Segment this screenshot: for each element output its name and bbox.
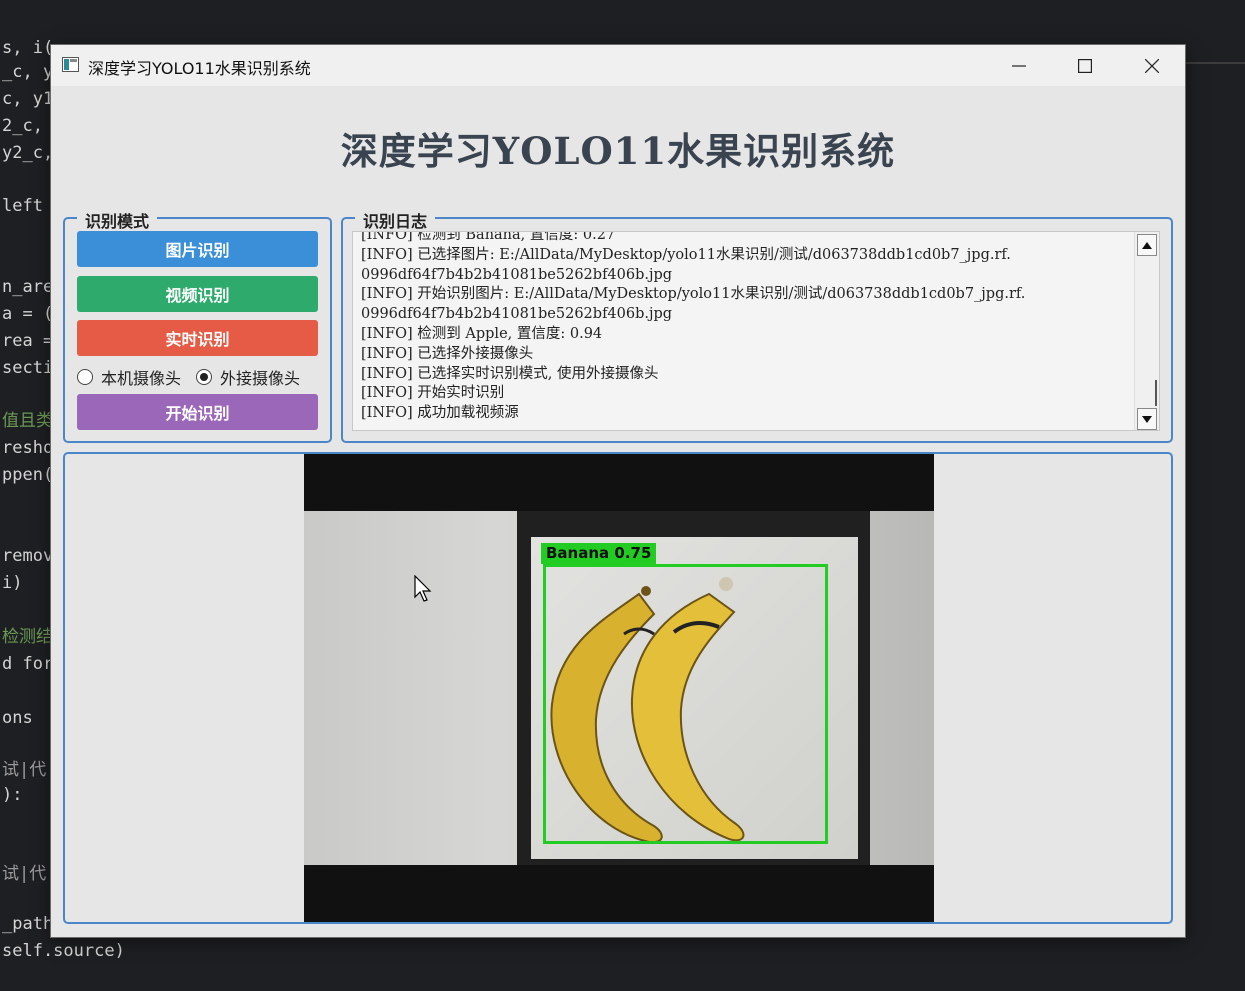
code-line: rea = xyxy=(2,331,54,351)
code-line: ): xyxy=(2,785,23,805)
image-recognition-button[interactable]: 图片识别 xyxy=(77,231,318,267)
code-line: d for xyxy=(2,654,54,674)
radio-local-camera-label: 本机摄像头 xyxy=(101,369,182,388)
app-heading: 深度学习YOLO11水果识别系统 xyxy=(340,129,896,173)
code-line: 值且类 xyxy=(2,411,53,431)
recognition-mode-group: 识别模式 图片识别 视频识别 实时识别 本机摄像头 外接摄像头 开始识别 xyxy=(63,208,332,443)
window-title: 深度学习YOLO11水果识别系统 xyxy=(88,59,311,78)
log-line: [INFO] 开始识别图片: E:/AllData/MyDesktop/yolo… xyxy=(361,286,1026,303)
log-line: [INFO] 开始实时识别 xyxy=(361,385,505,402)
radio-local-camera[interactable]: 本机摄像头 xyxy=(77,365,181,389)
code-line: y2_c, xyxy=(2,143,54,163)
log-line: [INFO] 已选择外接摄像头 xyxy=(361,345,534,362)
video-frame: Banana 0.75 xyxy=(304,454,934,922)
code-line: n_are xyxy=(2,277,54,297)
code-line: _path xyxy=(2,914,54,934)
code-line: ppen( xyxy=(2,465,54,485)
code-line: 试|代 xyxy=(2,760,47,780)
minimize-icon xyxy=(1012,64,1026,67)
camera-selector: 本机摄像头 外接摄像头 xyxy=(77,365,315,389)
editor-divider xyxy=(1185,62,1245,64)
code-line: 试|代 xyxy=(2,864,47,884)
code-line: _c, y xyxy=(2,62,54,82)
log-scrollbar[interactable] xyxy=(1134,232,1159,430)
code-line: 2_c, xyxy=(2,116,43,136)
radio-local-camera-circle[interactable] xyxy=(77,369,93,385)
code-line: s, i( xyxy=(2,38,54,58)
code-line: ons xyxy=(2,708,33,728)
log-text-area[interactable]: [INFO] 检测到 Banana, 置信度: 0.27 [INFO] 已选择图片… xyxy=(352,231,1160,431)
start-recognition-button[interactable]: 开始识别 xyxy=(77,394,318,430)
code-line: c, y1 xyxy=(2,89,54,109)
log-line: [INFO] 检测到 Apple, 置信度: 0.94 xyxy=(361,325,603,342)
recognition-mode-title: 识别模式 xyxy=(77,208,158,232)
close-icon xyxy=(1145,58,1159,73)
log-line: 0996df64f7b4b2b41081be5262bf406b.jpg xyxy=(361,266,673,283)
code-line: resho xyxy=(2,438,54,458)
code-line: 检测结 xyxy=(2,627,53,647)
scroll-down-button[interactable] xyxy=(1137,408,1157,430)
result-display-group: Banana 0.75 xyxy=(63,452,1173,924)
arrow-down-icon xyxy=(1142,415,1152,423)
log-line: [INFO] 检测到 Banana, 置信度: 0.27 xyxy=(361,231,616,243)
radio-external-camera[interactable]: 外接摄像头 xyxy=(196,365,300,389)
detection-bounding-box xyxy=(543,564,828,844)
recognition-log-group: 识别日志 [INFO] 检测到 Banana, 置信度: 0.27 [INFO] … xyxy=(341,208,1173,443)
code-line: secti xyxy=(2,358,54,378)
app-window: 深度学习YOLO11水果识别系统 深度学习YOLO11水果识别系统 识别模式 图… xyxy=(51,45,1185,937)
log-line: [INFO] 已选择实时识别模式, 使用外接摄像头 xyxy=(361,365,659,382)
radio-external-camera-label: 外接摄像头 xyxy=(220,369,301,388)
code-line: self.source) xyxy=(2,941,125,961)
log-line: [INFO] 成功加载视频源 xyxy=(361,405,519,422)
video-recognition-button[interactable]: 视频识别 xyxy=(77,276,318,312)
code-line: a = ( xyxy=(2,304,54,324)
app-icon xyxy=(62,57,79,72)
realtime-recognition-button[interactable]: 实时识别 xyxy=(77,320,318,356)
detection-label: Banana 0.75 xyxy=(541,543,657,564)
code-line: left xyxy=(2,196,43,216)
maximize-button[interactable] xyxy=(1052,45,1118,86)
arrow-up-icon xyxy=(1142,241,1152,249)
scroll-up-button[interactable] xyxy=(1137,234,1157,256)
recognition-log-title: 识别日志 xyxy=(355,208,436,232)
maximize-icon xyxy=(1078,58,1092,73)
log-line: [INFO] 已选择图片: E:/AllData/MyDesktop/yolo1… xyxy=(361,246,1011,263)
title-bar: 深度学习YOLO11水果识别系统 xyxy=(51,45,1185,86)
log-lines: [INFO] 检测到 Banana, 置信度: 0.27 [INFO] 已选择图片… xyxy=(361,231,1131,424)
log-line: 0996df64f7b4b2b41081be5262bf406b.jpg xyxy=(361,306,673,323)
close-button[interactable] xyxy=(1119,45,1185,86)
scroll-thumb[interactable] xyxy=(1155,380,1157,406)
code-line: i) xyxy=(2,573,23,593)
minimize-button[interactable] xyxy=(986,45,1052,86)
code-line: remov xyxy=(2,546,54,566)
mouse-cursor-icon xyxy=(414,575,432,602)
radio-external-camera-circle[interactable] xyxy=(196,369,213,385)
